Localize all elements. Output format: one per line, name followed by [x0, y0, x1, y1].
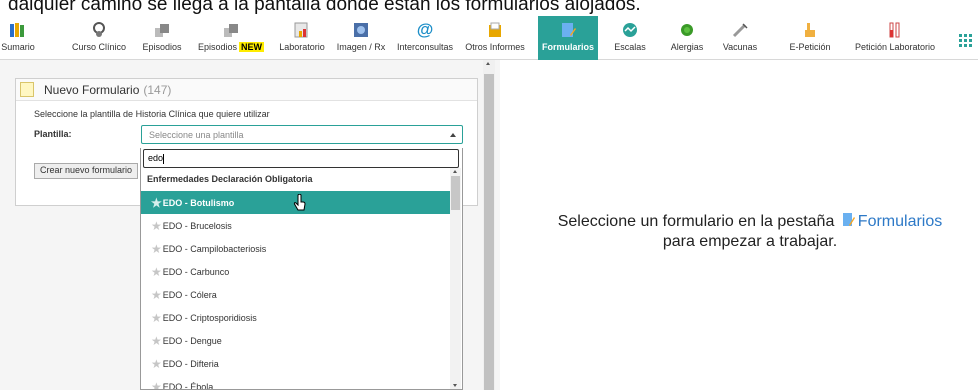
toolbar-escalas[interactable]: Escalas — [612, 16, 648, 60]
star-icon: ★ — [151, 287, 162, 302]
toolbar-formularios[interactable]: Formularios — [538, 16, 598, 60]
star-icon: ★ — [151, 218, 162, 233]
toolbar-otros-informes[interactable]: Otros Informes — [461, 16, 529, 60]
star-icon: ★ — [151, 264, 162, 279]
panel-header: Nuevo Formulario (147) — [16, 79, 477, 101]
option-item[interactable]: ★ EDO - Difteria — [141, 352, 450, 375]
toolbar-peticion-laboratorio[interactable]: Petición Laboratorio — [849, 16, 941, 60]
option-item[interactable]: ★ EDO - Cólera — [141, 283, 450, 306]
toolbar-episodios[interactable]: Episodios — [140, 16, 184, 60]
select-placeholder: Seleccione una plantilla — [149, 130, 244, 140]
lab-report-icon — [292, 21, 312, 39]
folders-new-icon — [221, 21, 241, 39]
toolbar-alergias[interactable]: Alergias — [667, 16, 707, 60]
form-pencil-icon — [842, 213, 855, 226]
toolbar-laboratorio[interactable]: Laboratorio — [275, 16, 329, 60]
template-label: Plantilla: — [34, 129, 72, 139]
books-icon — [8, 21, 28, 39]
dropdown-search-input[interactable]: edo — [143, 149, 459, 168]
test-tubes-icon — [885, 21, 905, 39]
documents-icon — [485, 21, 505, 39]
option-item[interactable]: ★ EDO - Brucelosis — [141, 214, 450, 237]
star-icon: ★ — [151, 333, 162, 348]
allergen-icon — [677, 21, 697, 39]
caret-up-icon — [450, 133, 456, 137]
document-icon — [20, 82, 34, 97]
toolbar-vacunas[interactable]: Vacunas — [720, 16, 760, 60]
folders-icon — [152, 21, 172, 39]
toolbar-imagen-rx[interactable]: Imagen / Rx — [333, 16, 389, 60]
toolbar-apps-grid[interactable] — [954, 16, 978, 60]
message-line2: para empezar a trabajar. — [662, 233, 838, 250]
star-icon: ★ — [151, 379, 162, 390]
instruction-text: Seleccione la plantilla de Historia Clín… — [34, 109, 270, 119]
page-caption: dalquier camino se llega a la pantalla d… — [8, 0, 641, 15]
option-item[interactable]: ★ EDO - Criptosporidiosis — [141, 306, 450, 329]
at-sign-icon: @ — [416, 20, 434, 39]
dropdown-scroll-thumb[interactable] — [451, 176, 460, 210]
scroll-down-icon — [453, 384, 457, 387]
toolbar-episodios-new[interactable]: Episodios NEW — [194, 16, 268, 60]
option-item[interactable]: ★ EDO - Dengue — [141, 329, 450, 352]
page-scrollbar[interactable] — [483, 60, 495, 390]
hand-cursor-icon — [293, 194, 306, 211]
syringe-icon — [730, 21, 750, 39]
message-prefix: Seleccione un formulario en la pestaña — [557, 213, 835, 230]
create-form-button[interactable]: Crear nuevo formulario — [34, 163, 139, 179]
form-count: (147) — [143, 82, 172, 97]
form-pencil-icon — [558, 21, 578, 39]
panel-title: Nuevo Formulario — [44, 82, 140, 97]
new-badge: NEW — [239, 42, 265, 52]
scrollbar-thumb[interactable] — [484, 74, 494, 390]
toolbar-sumario[interactable]: Sumario — [1, 16, 35, 60]
option-item[interactable]: ★ EDO - Ébola — [141, 375, 450, 390]
template-dropdown: edo Enfermedades Declaración Obligatoria… — [140, 148, 463, 390]
xray-image-icon — [351, 21, 371, 39]
option-group-label: Enfermedades Declaración Obligatoria — [147, 174, 313, 184]
scroll-up-icon — [486, 62, 490, 65]
stethoscope-icon — [89, 21, 109, 39]
star-icon: ★ — [151, 356, 162, 371]
option-item[interactable]: ★ EDO - Campilobacteriosis — [141, 237, 450, 260]
formularios-link[interactable]: Formularios — [858, 213, 942, 230]
star-icon: ★ — [151, 195, 162, 210]
dropdown-scrollbar[interactable] — [450, 168, 461, 389]
toolbar-curso-clinico[interactable]: Curso Clínico — [68, 16, 130, 60]
scroll-up-icon — [453, 170, 457, 173]
apps-grid-icon — [956, 31, 976, 49]
template-select[interactable]: Seleccione una plantilla — [141, 125, 463, 144]
star-icon: ★ — [151, 310, 162, 325]
empty-state-message: Seleccione un formulario en la pestaña F… — [500, 212, 978, 252]
toolbar-interconsultas[interactable]: @ Interconsultas — [394, 16, 456, 60]
gauge-icon — [620, 21, 640, 39]
hand-pointer-icon — [800, 21, 820, 39]
option-item[interactable]: ★ EDO - Carbunco — [141, 260, 450, 283]
main-toolbar: Sumario Curso Clínico Episodios Episodio… — [0, 16, 978, 60]
star-icon: ★ — [151, 241, 162, 256]
toolbar-e-peticion[interactable]: E-Petición — [785, 16, 835, 60]
